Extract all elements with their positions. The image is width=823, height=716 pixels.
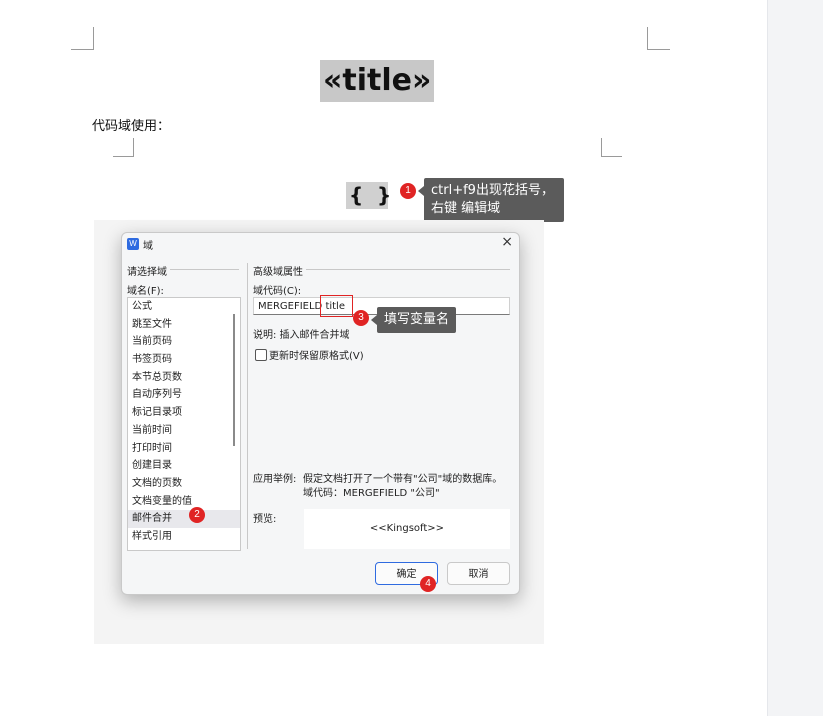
right-side-panel (767, 0, 823, 716)
list-item[interactable]: 自动序列号 (128, 386, 240, 404)
crop-mark-top-right (647, 27, 670, 50)
step-badge-1: 1 (400, 183, 416, 199)
dialog-titlebar: W 域 × (122, 233, 519, 255)
list-item[interactable]: 当前时间 (128, 422, 240, 440)
field-code-prefix: MERGEFIELD (258, 301, 326, 312)
list-item[interactable]: 跳至文件 (128, 316, 240, 334)
keep-format-label[interactable]: 更新时保留原格式(V) (269, 347, 367, 362)
close-icon[interactable]: × (501, 234, 513, 250)
cancel-button[interactable]: 取消 (447, 562, 510, 585)
preview-box: <<Kingsoft>> (304, 509, 510, 549)
dialog-title: 域 (143, 241, 153, 252)
list-item-selected[interactable]: 邮件合并 (128, 510, 240, 528)
crop-mark-inner-right (601, 138, 622, 157)
tooltip-step-1-line1: ctrl+f9出现花括号， (431, 183, 554, 198)
list-scrollbar-thumb[interactable] (233, 314, 235, 446)
crop-mark-inner-left (113, 138, 134, 157)
step-badge-3: 3 (353, 310, 369, 326)
advanced-properties-label: 高级域属性 (253, 263, 306, 278)
example-line-2: 域代码：MERGEFIELD "公司" (303, 484, 443, 499)
list-item[interactable]: 当前页码 (128, 333, 240, 351)
field-dialog: W 域 × 请选择域 域名(F): 公式 跳至文件 当前页码 书签页码 本节总页… (121, 232, 520, 595)
list-item[interactable]: 书签页码 (128, 351, 240, 369)
field-braces[interactable]: { } (346, 182, 392, 209)
example-label: 应用举例: (253, 470, 300, 485)
list-item[interactable]: 文档变量的值 (128, 493, 240, 511)
list-item[interactable]: 打印时间 (128, 440, 240, 458)
left-brace: { (349, 183, 364, 207)
list-item[interactable]: 标记目录项 (128, 404, 240, 422)
list-item[interactable]: 公式 (128, 298, 240, 316)
list-item[interactable]: 本节总页数 (128, 369, 240, 387)
tooltip-step-3: 填写变量名 (370, 307, 457, 333)
field-name-list[interactable]: 公式 跳至文件 当前页码 书签页码 本节总页数 自动序列号 标记目录项 当前时间… (127, 297, 241, 551)
preview-label: 预览: (253, 510, 280, 525)
wps-writer-icon: W (127, 238, 139, 250)
step-badge-2: 2 (189, 507, 205, 523)
keep-format-checkbox[interactable] (255, 349, 267, 361)
example-line-1: 假定文档打开了一个带有"公司"域的数据库。 (303, 470, 506, 485)
right-brace: } (377, 183, 392, 207)
field-name-label: 域名(F): (127, 282, 167, 297)
step-badge-4: 4 (420, 576, 436, 592)
mergefield-title-placeholder[interactable]: «title» (320, 60, 435, 102)
list-item[interactable]: 文档的页数 (128, 475, 240, 493)
document-text-line: 代码域使用： (92, 119, 171, 134)
highlight-box (320, 295, 353, 317)
field-code-label: 域代码(C): (253, 282, 305, 297)
group-divider (247, 263, 248, 549)
list-item[interactable]: 样式引用 (128, 528, 240, 546)
list-item[interactable]: 创建目录 (128, 457, 240, 475)
tooltip-step-1-line2: 右键 编辑域 (431, 201, 501, 216)
tooltip-step-1: ctrl+f9出现花括号， 右键 编辑域 (418, 178, 564, 222)
choose-field-label: 请选择域 (127, 263, 170, 278)
crop-mark-top-left (71, 27, 94, 50)
field-description: 说明: 插入邮件合并域 (253, 326, 353, 341)
